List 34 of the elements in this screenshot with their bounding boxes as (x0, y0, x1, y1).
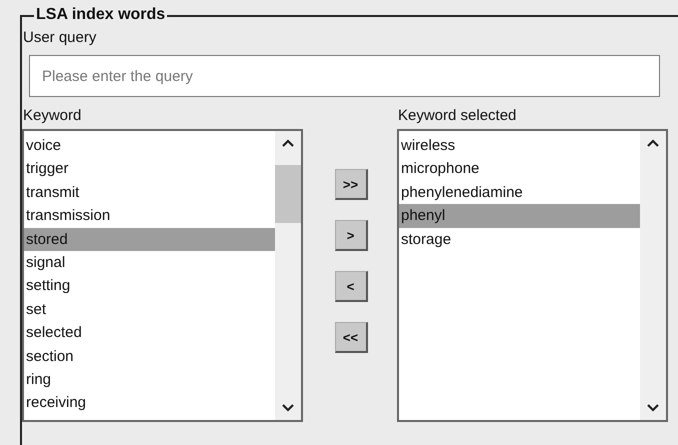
scrollbar[interactable] (640, 131, 666, 420)
list-item[interactable]: stored (24, 228, 275, 251)
field-label: User query (22, 29, 98, 47)
list-item[interactable]: selected (24, 321, 275, 345)
list-item[interactable]: wireless (399, 134, 640, 158)
list-item[interactable]: receiving (24, 391, 275, 415)
list-item[interactable]: voice (24, 134, 275, 158)
list-item[interactable]: phenylenediamine (399, 180, 640, 204)
list-item[interactable]: trigger (24, 157, 275, 181)
list-box[interactable]: wireless microphone phenylenediamine phenyl storage (397, 129, 668, 422)
scroll-down-icon[interactable] (647, 404, 659, 412)
list-item[interactable]: phenyl (399, 204, 640, 228)
list-item[interactable]: section (24, 344, 275, 368)
scroll-up-icon[interactable] (647, 139, 659, 147)
move-button[interactable]: < (334, 271, 368, 302)
scroll-thumb[interactable] (275, 165, 301, 223)
list-item[interactable]: microphone (399, 157, 640, 181)
move-button[interactable]: >> (334, 169, 368, 200)
list-item[interactable]: transmit (24, 180, 275, 204)
list-label: Keyword (22, 107, 82, 125)
list-label: Keyword selected (397, 107, 518, 125)
list-box[interactable]: voice trigger transmit transmission stored signal setting set selected section ring receiving (22, 129, 303, 422)
scroll-up-icon[interactable] (282, 139, 294, 147)
list-item[interactable]: ring (24, 368, 275, 392)
list-item[interactable]: set (24, 298, 275, 322)
scroll-down-icon[interactable] (282, 404, 294, 412)
scrollbar[interactable] (275, 131, 301, 420)
move-button[interactable]: << (334, 322, 368, 353)
list-item[interactable]: signal (24, 250, 275, 274)
move-button[interactable]: > (334, 220, 368, 251)
list-item[interactable]: transmission (24, 204, 275, 228)
list-item[interactable]: setting (24, 274, 275, 298)
list-item[interactable]: storage (399, 228, 640, 251)
query-field[interactable]: Please enter the query (29, 55, 660, 97)
